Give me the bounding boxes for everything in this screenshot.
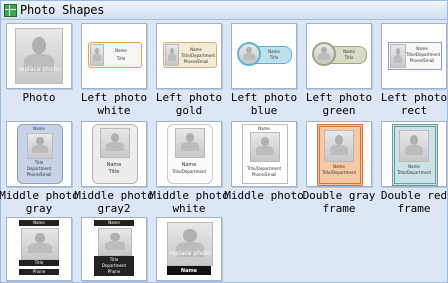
photo-placeholder-icon [250, 132, 280, 162]
shape-thumbnail: replace photo Name [156, 217, 222, 281]
photo-placeholder-icon: replace photo [167, 222, 213, 266]
photo-placeholder-icon [100, 128, 130, 158]
shape-thumbnail: Name Title [306, 23, 372, 89]
shape-thumbnail: Name Title/Department Phone/Email [381, 23, 447, 89]
panel-title: Photo Shapes [20, 3, 105, 17]
photo-placeholder-icon [27, 133, 53, 159]
shape-label: Left photo blue [230, 91, 298, 117]
photo-placeholder-icon [165, 44, 179, 66]
panel-header[interactable]: Photo Shapes [1, 1, 447, 20]
shape-thumbnail: Name Title/Department Phone/Email [156, 23, 222, 89]
photo-placeholder-icon [90, 44, 104, 66]
shape-label: Double red frame [380, 189, 448, 215]
photo-placeholder-icon [324, 130, 354, 162]
shape-label: Photo [22, 91, 56, 104]
shape-thumbnail: Name Title Department Phone [81, 217, 147, 281]
shape-thumbnail: Name Title/Department [306, 121, 372, 187]
shape-label: Left photo rect [380, 91, 448, 117]
shape-thumbnail: Name Title Phone [6, 217, 72, 281]
shape-thumbnail: Name Title [231, 23, 297, 89]
photo-placeholder-icon [98, 228, 132, 256]
photo-placeholder-icon [237, 42, 261, 66]
shape-thumbnail: Name Title/Department Phone/Email [231, 121, 297, 187]
shape-label: Middle photo white [149, 189, 229, 215]
shapes-grid-icon [4, 4, 17, 17]
photo-placeholder-icon [312, 42, 336, 66]
shape-label: Middle photo gray2 [74, 189, 154, 215]
photo-shapes-panel: Photo Shapes replace photo Photo Name Ti… [0, 0, 448, 283]
shape-label: Double gray frame [302, 189, 376, 215]
shape-thumbnail: Name Title Department Phone/Email [6, 121, 72, 187]
shape-thumbnail: Name Title/Department [381, 121, 447, 187]
photo-placeholder-icon [175, 128, 205, 158]
photo-placeholder-icon [399, 130, 429, 162]
shape-thumbnail: Name Title [81, 121, 147, 187]
shape-label: Middle photo gray [0, 189, 79, 215]
photo-placeholder-icon [21, 228, 59, 260]
photo-placeholder-icon [390, 44, 406, 68]
shape-thumbnail: Name Title/Department [156, 121, 222, 187]
shape-label: Left photo gold [155, 91, 223, 117]
shape-thumbnail: replace photo [6, 23, 72, 89]
photo-placeholder-icon: replace photo [15, 28, 63, 84]
shape-label: Left photo green [305, 91, 373, 117]
shape-label: Left photo white [80, 91, 148, 117]
shape-thumbnail: Name Title [81, 23, 147, 89]
shape-label: Middle photo [224, 189, 304, 202]
